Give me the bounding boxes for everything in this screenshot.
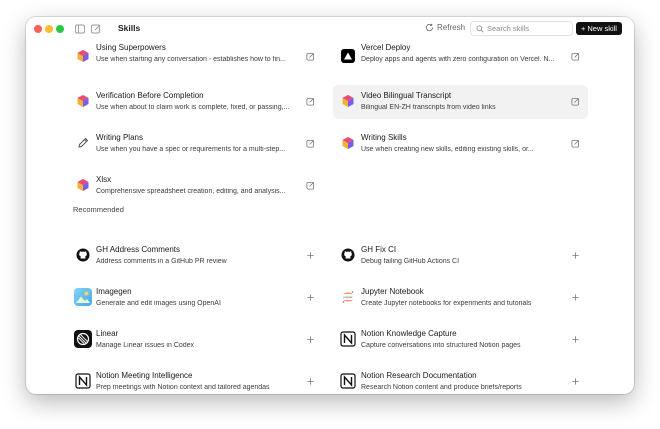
skill-title: Xlsx [96,175,112,184]
edit-icon[interactable] [571,97,580,106]
github-icon [341,248,355,262]
refresh-button[interactable]: Refresh [425,23,465,32]
skill-title: Vercel Deploy [361,43,411,52]
plus-icon[interactable] [571,293,580,302]
plus-icon[interactable] [306,251,315,260]
plus-icon[interactable] [571,335,580,344]
skill-title: Jupyter Notebook [361,287,424,296]
edit-icon[interactable] [571,52,580,61]
skills-window: Using Superpowers Use when starting any … [26,17,634,394]
sidebar-toggle-icon[interactable] [74,23,86,35]
skill-card[interactable]: Writing Skills Use when creating new ski… [333,127,588,161]
edit-icon[interactable] [306,139,315,148]
close-window-button[interactable] [34,25,42,33]
edit-icon[interactable] [306,52,315,61]
skill-description: Comprehensive spreadsheet creation, edit… [96,188,286,195]
refresh-label: Refresh [437,23,466,32]
edit-icon[interactable] [571,139,580,148]
skill-cube-icon [341,94,355,108]
linear-icon [74,330,92,348]
skill-title: Notion Meeting Intelligence [96,371,193,380]
skill-description: Address comments in a GitHub PR review [96,258,227,265]
skill-title: Using Superpowers [96,43,166,52]
skill-description: Bilingual EN-ZH transcripts from video l… [361,104,496,111]
plus-icon[interactable] [306,335,315,344]
skill-title: Writing Plans [96,133,143,142]
pencil-icon [76,136,90,150]
skill-card[interactable]: Writing Plans Use when you have a spec o… [68,127,323,161]
recommended-card[interactable]: GH Address Comments Address comments in … [68,239,323,273]
plus-icon: + [581,24,586,33]
svg-text:jupyter: jupyter [342,295,352,299]
skill-title: Linear [96,329,119,338]
recommended-card[interactable]: Notion Research Documentation Research N… [333,365,588,394]
skill-description: Deploy apps and agents with zero configu… [361,56,555,63]
plus-icon[interactable] [306,293,315,302]
recommended-card[interactable]: Imagegen Generate and edit images using … [68,281,323,315]
search-box[interactable] [470,21,573,36]
skill-description: Create Jupyter notebooks for experiments… [361,300,532,307]
recommended-card[interactable]: Linear Manage Linear issues in Codex [68,323,323,357]
plus-icon[interactable] [306,377,315,386]
notion-icon [340,331,356,347]
skill-description: Use when about to claim work is complete… [96,104,290,111]
skill-description: Use when creating new skills, editing ex… [361,146,534,153]
plus-icon[interactable] [571,251,580,260]
skill-description: Debug failing GitHub Actions CI [361,258,460,265]
skill-description: Use when you have a spec or requirements… [96,146,286,153]
compose-icon[interactable] [90,23,102,35]
skill-title: GH Address Comments [96,245,181,254]
notion-icon [340,373,356,389]
window-title: Skills [118,23,141,33]
skills-content: Using Superpowers Use when starting any … [26,17,634,394]
skill-title: Writing Skills [361,133,407,142]
title-bar: Skills Refresh + New skill [26,17,634,41]
plus-icon[interactable] [571,377,580,386]
search-icon [476,25,484,33]
skill-cube-icon [76,49,90,63]
notion-icon [75,373,91,389]
skill-card[interactable]: Using Superpowers Use when starting any … [68,43,323,73]
skill-cube-icon [341,136,355,150]
skill-card[interactable]: Xlsx Comprehensive spreadsheet creation,… [68,169,323,203]
skill-title: GH Fix CI [361,245,397,254]
minimize-window-button[interactable] [45,25,53,33]
recommended-card[interactable]: jupyter Jupyter Notebook Create Jupyter … [333,281,588,315]
skill-title: Notion Research Documentation [361,371,477,380]
skill-cube-icon [76,94,90,108]
search-input[interactable] [487,24,571,33]
github-icon [76,248,90,262]
skill-description: Research Notion content and produce brie… [361,384,522,391]
skill-title: Notion Knowledge Capture [361,329,457,338]
skill-title: Imagegen [96,287,132,296]
new-skill-button[interactable]: + New skill [576,22,622,35]
skill-title: Verification Before Completion [96,91,204,100]
recommended-card[interactable]: GH Fix CI Debug failing GitHub Actions C… [333,239,588,273]
skill-description: Manage Linear issues in Codex [96,342,195,349]
skill-card[interactable]: Video Bilingual Transcript Bilingual EN-… [333,85,588,119]
recommended-card[interactable]: Notion Knowledge Capture Capture convers… [333,323,588,357]
refresh-icon [425,23,434,32]
skill-card[interactable]: Vercel Deploy Deploy apps and agents wit… [333,43,588,73]
skill-cube-icon [76,178,90,192]
new-skill-label: New skill [587,24,617,33]
skill-description: Capture conversations into structured No… [361,342,521,349]
skill-card[interactable]: Verification Before Completion Use when … [68,85,323,119]
jupyter-icon: jupyter [341,290,355,304]
recommended-card[interactable]: Notion Meeting Intelligence Prep meeting… [68,365,323,394]
skill-description: Use when starting any conversation - est… [96,56,286,63]
zoom-window-button[interactable] [56,25,64,33]
skill-description: Generate and edit images using OpenAI [96,300,221,307]
edit-icon[interactable] [306,181,315,190]
skill-title: Video Bilingual Transcript [361,91,452,100]
vercel-triangle-icon [341,49,355,63]
skill-description: Prep meetings with Notion context and ta… [96,384,270,391]
edit-icon[interactable] [306,97,315,106]
image-icon [74,288,92,306]
recommended-heading: Recommended [73,205,124,214]
